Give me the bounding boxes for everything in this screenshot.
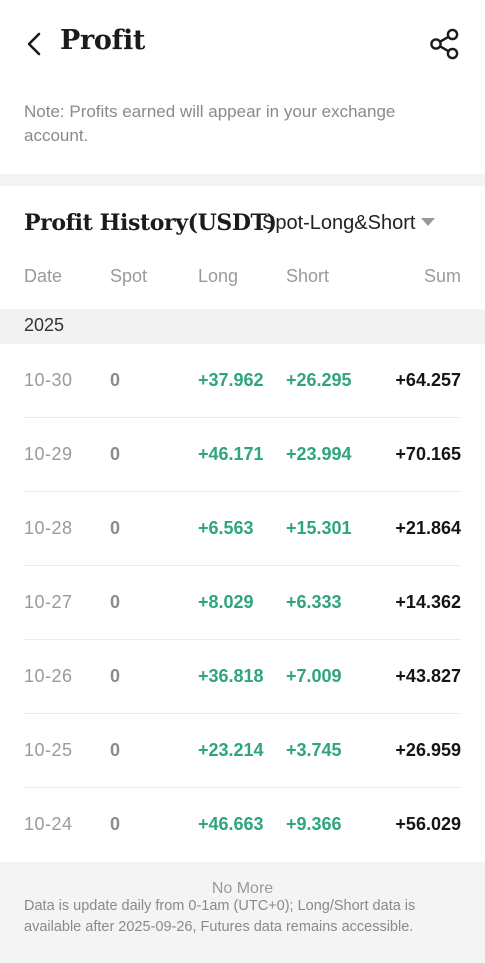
row-sum: +70.165 <box>395 444 461 464</box>
row-sum: +21.864 <box>395 518 461 538</box>
row-long: +23.214 <box>198 740 264 760</box>
row-short: +23.994 <box>286 444 352 464</box>
type-filter-label: Spot-Long&Short <box>262 212 416 234</box>
profit-history-title: Profit History(USDT) <box>24 210 277 236</box>
row-short: +15.301 <box>286 518 352 538</box>
row-spot: 0 <box>110 444 121 464</box>
row-short: +7.009 <box>286 666 342 686</box>
column-header-date: Date <box>24 266 63 286</box>
table-row: 10-24 0 +46.663 +9.366 +56.029 <box>0 788 485 862</box>
row-spot: 0 <box>110 518 121 538</box>
row-sum: +43.827 <box>395 666 461 686</box>
row-long: +37.962 <box>198 370 264 390</box>
column-header-long: Long <box>198 266 239 286</box>
row-date: 10-25 <box>24 740 73 760</box>
row-spot: 0 <box>110 370 121 390</box>
row-date: 10-28 <box>24 518 73 538</box>
row-sum: +64.257 <box>395 370 461 390</box>
row-long: +6.563 <box>198 518 254 538</box>
chevron-left-icon[interactable] <box>22 30 48 58</box>
year-group-header: 2025 <box>0 309 485 344</box>
table-row: 10-29 0 +46.171 +23.994 +70.165 <box>0 418 485 492</box>
row-date: 10-29 <box>24 444 73 464</box>
row-date: 10-30 <box>24 370 73 390</box>
row-sum: +26.959 <box>395 740 461 760</box>
top-bar: Profit <box>0 0 485 88</box>
type-filter-dropdown[interactable]: Spot-Long&Short <box>262 212 436 235</box>
row-sum: +56.029 <box>395 814 461 834</box>
row-date: 10-26 <box>24 666 73 686</box>
row-short: +9.366 <box>286 814 342 834</box>
table-row: 10-28 0 +6.563 +15.301 +21.864 <box>0 492 485 566</box>
row-sum: +14.362 <box>395 592 461 612</box>
row-short: +26.295 <box>286 370 352 390</box>
row-date: 10-27 <box>24 592 73 612</box>
row-short: +3.745 <box>286 740 342 760</box>
row-spot: 0 <box>110 740 121 760</box>
table-row: 10-30 0 +37.962 +26.295 +64.257 <box>0 344 485 418</box>
table-row: 10-27 0 +8.029 +6.333 +14.362 <box>0 566 485 640</box>
table-row: 10-25 0 +23.214 +3.745 +26.959 <box>0 714 485 788</box>
share-icon[interactable] <box>428 27 462 61</box>
table-row: 10-26 0 +36.818 +7.009 +43.827 <box>0 640 485 714</box>
column-header-sum: Sum <box>423 266 461 286</box>
row-long: +36.818 <box>198 666 264 686</box>
row-spot: 0 <box>110 666 121 686</box>
year-label: 2025 <box>24 315 65 335</box>
row-date: 10-24 <box>24 814 73 834</box>
row-long: +46.171 <box>198 444 264 464</box>
row-spot: 0 <box>110 592 121 612</box>
caret-down-icon <box>421 217 436 226</box>
page-title: Profit <box>60 25 146 56</box>
profit-note: Note: Profits earned will appear in your… <box>24 102 396 145</box>
row-spot: 0 <box>110 814 121 834</box>
column-header-short: Short <box>286 266 330 286</box>
section-divider <box>0 174 485 186</box>
data-update-note: Data is update daily from 0-1am (UTC+0);… <box>24 898 416 935</box>
row-short: +6.333 <box>286 592 342 612</box>
column-header-spot: Spot <box>110 266 148 286</box>
row-long: +8.029 <box>198 592 254 612</box>
row-long: +46.663 <box>198 814 264 834</box>
